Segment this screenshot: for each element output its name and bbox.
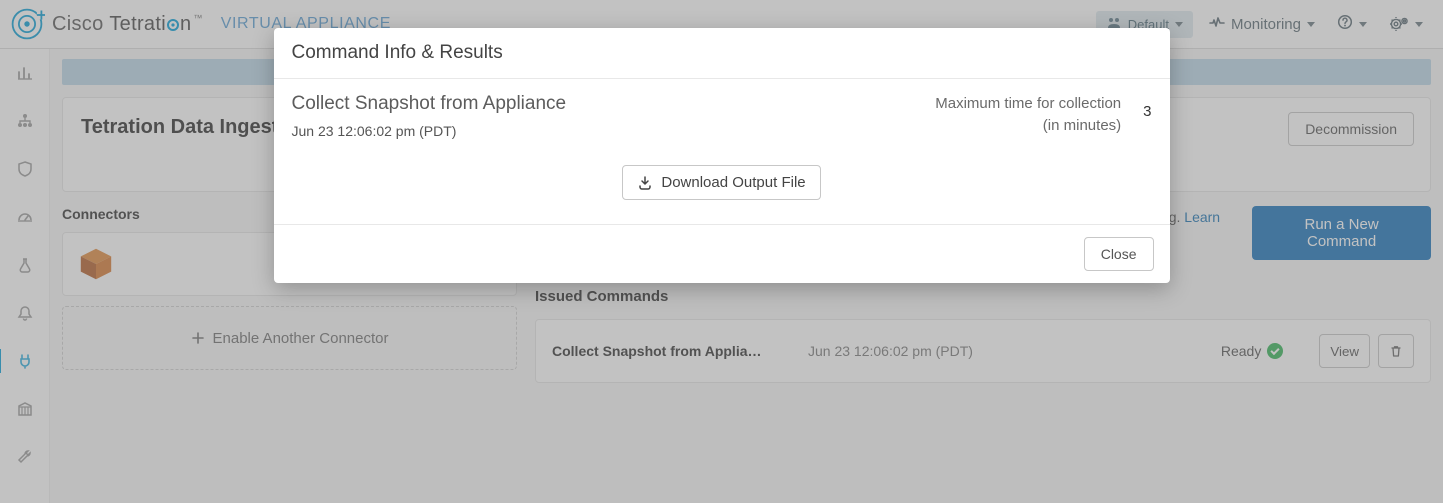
modal-param-value: 3 bbox=[1143, 93, 1151, 120]
command-info-modal: Command Info & Results Collect Snapshot … bbox=[274, 28, 1170, 283]
modal-overlay: Command Info & Results Collect Snapshot … bbox=[0, 0, 1443, 503]
modal-param-label-line2: (in minutes) bbox=[935, 115, 1121, 137]
modal-command-title: Collect Snapshot from Appliance bbox=[292, 93, 567, 115]
modal-title: Command Info & Results bbox=[274, 28, 1170, 79]
download-icon bbox=[637, 175, 653, 191]
modal-param-label: Maximum time for collection (in minutes) bbox=[935, 93, 1121, 137]
download-label: Download Output File bbox=[661, 174, 805, 191]
modal-command-timestamp: Jun 23 12:06:02 pm (PDT) bbox=[292, 123, 567, 139]
modal-param-label-line1: Maximum time for collection bbox=[935, 93, 1121, 115]
close-button[interactable]: Close bbox=[1084, 237, 1154, 271]
download-output-button[interactable]: Download Output File bbox=[622, 165, 820, 200]
